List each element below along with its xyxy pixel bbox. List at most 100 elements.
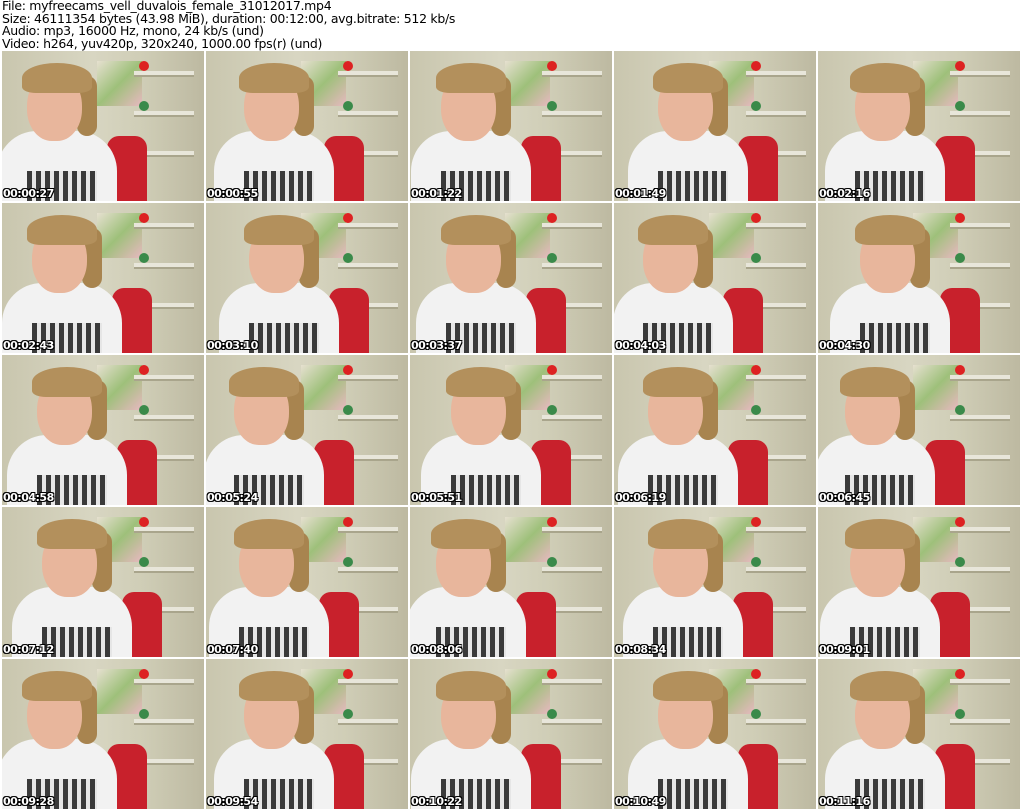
red-ball (139, 61, 149, 71)
shirt-print (658, 171, 728, 201)
red-ball (751, 61, 761, 71)
hair (22, 63, 92, 93)
shelf (338, 679, 398, 685)
file-info-header: File: myfreecams_vell_duvalois_female_31… (2, 0, 455, 50)
red-ball (139, 365, 149, 375)
green-ball (139, 557, 149, 567)
shelf (338, 567, 398, 573)
hair (431, 519, 501, 549)
timestamp: 00:05:51 (411, 491, 462, 504)
red-ball (139, 213, 149, 223)
video-thumbnail: 00:04:30 (818, 203, 1020, 353)
shirt-print (249, 323, 319, 353)
timestamp: 00:02:16 (819, 187, 870, 200)
red-ball (139, 669, 149, 679)
timestamp: 00:11:16 (819, 795, 870, 808)
timestamp: 00:04:30 (819, 339, 870, 352)
timestamp: 00:01:22 (411, 187, 462, 200)
shelf (338, 415, 398, 421)
video-thumbnail: 00:09:01 (818, 507, 1020, 657)
green-ball (547, 709, 557, 719)
hair (239, 63, 309, 93)
green-ball (343, 557, 353, 567)
wall-poster (97, 669, 142, 714)
green-ball (955, 405, 965, 415)
green-ball (955, 253, 965, 263)
shelf (134, 375, 194, 381)
green-ball (139, 101, 149, 111)
wall-poster (301, 365, 346, 410)
green-ball (751, 253, 761, 263)
shelf (950, 263, 1010, 269)
shelf (134, 719, 194, 725)
video-thumbnail: 00:07:40 (206, 507, 408, 657)
green-ball (343, 709, 353, 719)
wall-poster (505, 669, 550, 714)
shelf (338, 375, 398, 381)
video-thumbnail: 00:02:43 (2, 203, 204, 353)
red-ball (343, 669, 353, 679)
green-ball (955, 709, 965, 719)
video-thumbnail: 00:00:27 (2, 51, 204, 201)
shelf (950, 527, 1010, 533)
video-thumbnail: 00:09:54 (206, 659, 408, 809)
red-ball (955, 213, 965, 223)
shelf (338, 111, 398, 117)
timestamp: 00:03:10 (207, 339, 258, 352)
shelf (338, 223, 398, 229)
video-thumbnail: 00:07:12 (2, 507, 204, 657)
wall-poster (97, 213, 142, 258)
red-ball (547, 213, 557, 223)
shelf (746, 567, 806, 573)
video-thumbnail: 00:00:55 (206, 51, 408, 201)
wall-poster (709, 213, 754, 258)
shelf (746, 719, 806, 725)
timestamp: 00:08:06 (411, 643, 462, 656)
shelf (542, 71, 602, 77)
shelf (134, 679, 194, 685)
shelf (746, 71, 806, 77)
shelf (746, 375, 806, 381)
video-thumbnail: 00:01:49 (614, 51, 816, 201)
green-ball (547, 101, 557, 111)
hair (845, 519, 915, 549)
hair (32, 367, 102, 397)
timestamp: 00:09:28 (3, 795, 54, 808)
green-ball (547, 253, 557, 263)
shirt-print (658, 779, 728, 809)
hair (850, 63, 920, 93)
video-thumbnail: 00:06:19 (614, 355, 816, 505)
timestamp: 00:04:03 (615, 339, 666, 352)
video-thumbnail: 00:05:51 (410, 355, 612, 505)
video-thumbnail: 00:10:22 (410, 659, 612, 809)
video-thumbnail: 00:08:34 (614, 507, 816, 657)
video-thumbnail: 00:06:45 (818, 355, 1020, 505)
shelf (746, 263, 806, 269)
timestamp: 00:00:27 (3, 187, 54, 200)
shelf (134, 111, 194, 117)
timestamp: 00:05:24 (207, 491, 258, 504)
shelf (134, 567, 194, 573)
hair (840, 367, 910, 397)
red-ball (547, 517, 557, 527)
timestamp: 00:06:19 (615, 491, 666, 504)
shelf (746, 527, 806, 533)
hair (446, 367, 516, 397)
green-ball (343, 101, 353, 111)
shelf (338, 527, 398, 533)
video-thumbnail: 00:10:49 (614, 659, 816, 809)
red-ball (343, 517, 353, 527)
hair (638, 215, 708, 245)
green-ball (751, 557, 761, 567)
shelf (338, 71, 398, 77)
red-ball (751, 213, 761, 223)
video-thumbnail: 00:08:06 (410, 507, 612, 657)
video-thumbnail: 00:05:24 (206, 355, 408, 505)
timestamp: 00:07:12 (3, 643, 54, 656)
red-ball (955, 517, 965, 527)
hair (37, 519, 107, 549)
shelf (950, 111, 1010, 117)
video-thumbnail: 00:03:10 (206, 203, 408, 353)
hair (653, 63, 723, 93)
shelf (542, 223, 602, 229)
